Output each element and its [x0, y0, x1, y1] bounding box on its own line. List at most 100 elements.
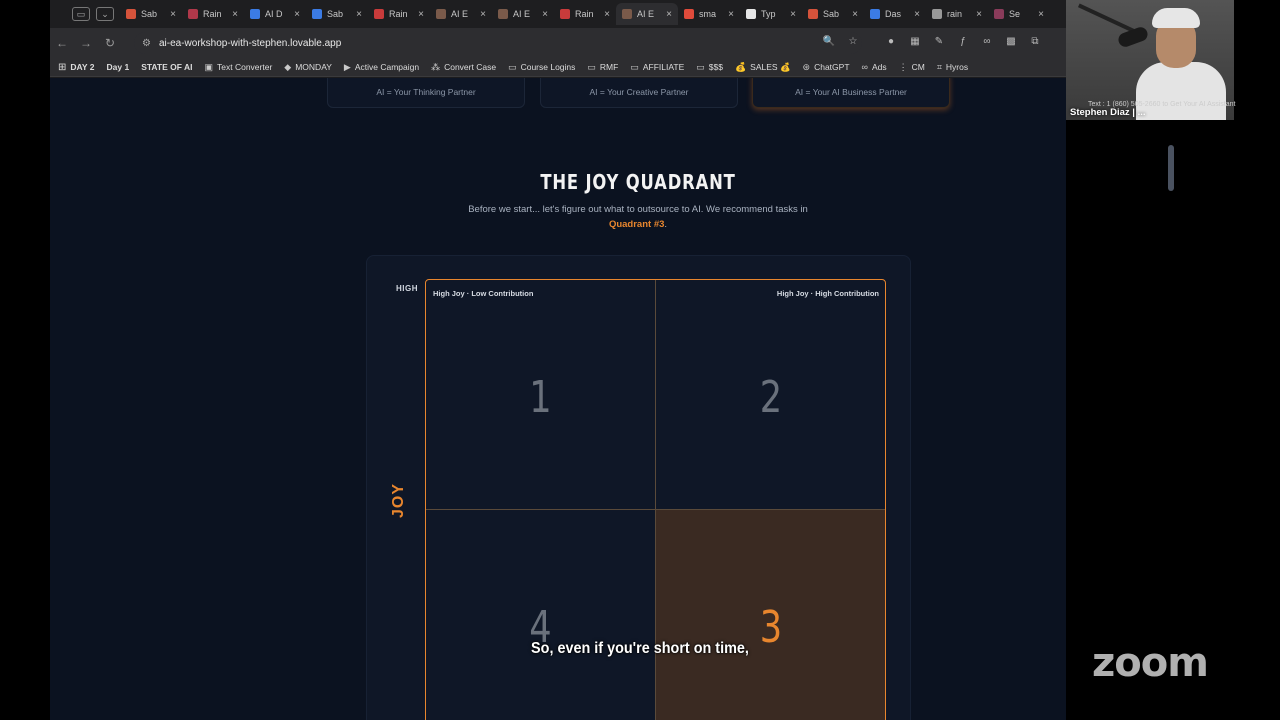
bookmark-11[interactable]: 💰 SALES 💰: [735, 62, 791, 73]
partner-card-label: AI = Your Thinking Partner: [376, 87, 476, 97]
tab-strip: ▭ ⌄ Sab × Rain × AI D × Sab × Rain × AI E × AI E × Rai…: [50, 0, 1066, 28]
forward-icon[interactable]: →: [74, 36, 98, 50]
tab-close-icon[interactable]: ×: [790, 9, 796, 20]
tab-9[interactable]: sma ×: [678, 3, 740, 25]
tab-close-icon[interactable]: ×: [604, 9, 610, 20]
tab-5[interactable]: AI E ×: [430, 3, 492, 25]
extension-pen-icon[interactable]: ✎: [932, 35, 946, 49]
tab-close-icon[interactable]: ×: [976, 9, 982, 20]
bookmark-icon: ⁂: [431, 61, 441, 72]
tab-close-icon[interactable]: ×: [914, 9, 920, 20]
tab-close-icon[interactable]: ×: [728, 9, 734, 20]
bookmark-2[interactable]: STATE OF AI: [141, 62, 192, 72]
tab-3[interactable]: Sab ×: [306, 3, 368, 25]
tab-close-icon[interactable]: ×: [666, 9, 672, 20]
bookmark-label: $$$: [708, 62, 723, 72]
bookmark-icon: 💰: [734, 61, 747, 72]
extension-link-icon[interactable]: ∞: [980, 35, 994, 49]
tab-6[interactable]: AI E ×: [492, 3, 554, 25]
bookmark-12[interactable]: ⊛ ChatGPT: [803, 62, 850, 73]
tab-2[interactable]: AI D ×: [244, 3, 306, 25]
bookmark-icon: ⌗: [936, 61, 942, 72]
tab-7[interactable]: Rain ×: [554, 3, 616, 25]
address-bar[interactable]: ⚙ ai-ea-workshop-with-stephen.lovable.ap…: [134, 32, 862, 54]
bookmark-14[interactable]: ⋮ CM: [899, 62, 925, 73]
tab-close-icon[interactable]: ×: [418, 9, 424, 20]
bookmark-label: Course Logins: [520, 62, 576, 72]
bookmark-label: Active Campaign: [354, 62, 420, 72]
bookmark-15[interactable]: ⌗ Hyros: [937, 62, 968, 73]
bookmark-13[interactable]: ∞ Ads: [862, 62, 887, 72]
site-info-icon[interactable]: ⚙: [142, 38, 151, 49]
partner-card-thinking: AI = Your Thinking Partner: [327, 78, 525, 108]
tab-close-icon[interactable]: ×: [170, 9, 176, 20]
tab-title: Rain: [203, 9, 222, 19]
section-title: THE JOY QUADRANT: [540, 170, 736, 194]
participant-body: [1136, 62, 1226, 120]
tab-8[interactable]: AI E ×: [616, 3, 678, 25]
tab-13[interactable]: rain ×: [926, 3, 988, 25]
page-scrollbar[interactable]: [1168, 145, 1174, 191]
back-icon[interactable]: ←: [50, 36, 74, 50]
bookmark-icon: ⋮: [898, 61, 908, 72]
tab-favicon-icon: [498, 9, 508, 19]
tab-11[interactable]: Sab ×: [802, 3, 864, 25]
bookmark-4[interactable]: ◆ MONDAY: [284, 62, 332, 73]
tab-favicon-icon: [746, 9, 756, 19]
quadrant-2[interactable]: High Joy · High Contribution 2: [656, 280, 885, 510]
tab-favicon-icon: [250, 9, 260, 19]
tab-0[interactable]: Sab ×: [120, 3, 182, 25]
extension-grid-icon[interactable]: ▩: [1004, 35, 1018, 49]
zoom-search-icon[interactable]: 🔍: [822, 35, 836, 49]
bookmark-5[interactable]: ▶ Active Campaign: [344, 62, 419, 73]
partner-card-business[interactable]: AI = Your AI Business Partner: [752, 78, 950, 108]
extension-formula-icon[interactable]: ƒ: [956, 35, 970, 49]
bookmark-label: RMF: [599, 62, 619, 72]
bookmark-star-icon[interactable]: ☆: [846, 35, 860, 49]
quadrant-4[interactable]: 4: [426, 510, 656, 720]
axis-high-label: HIGH: [396, 284, 418, 293]
tab-favicon-icon: [188, 9, 198, 19]
tab-close-icon[interactable]: ×: [852, 9, 858, 20]
tab-close-icon[interactable]: ×: [294, 9, 300, 20]
extension-calendar-icon[interactable]: ▦: [908, 35, 922, 49]
tab-12[interactable]: Das ×: [864, 3, 926, 25]
chevron-down-icon[interactable]: ⌄: [96, 7, 114, 21]
apps-grid-icon[interactable]: ⊞: [58, 62, 66, 73]
toolbar-actions: 🔍 ☆ ● ▦ ✎ ƒ ∞ ▩ ⧉: [822, 35, 1042, 49]
bookmark-1[interactable]: Day 1: [107, 62, 130, 72]
tab-4[interactable]: Rain ×: [368, 3, 430, 25]
quadrant-1-label: High Joy · Low Contribution: [433, 289, 534, 298]
bookmark-8[interactable]: ▭ RMF: [587, 62, 618, 73]
bookmark-7[interactable]: ▭ Course Logins: [508, 62, 575, 73]
tab-14[interactable]: Se ×: [988, 3, 1050, 25]
tab-overview-icon[interactable]: ▭: [72, 7, 90, 21]
tab-title: Das: [885, 9, 902, 19]
tab-10[interactable]: Typ ×: [740, 3, 802, 25]
quadrant-1[interactable]: High Joy · Low Contribution 1: [426, 280, 656, 510]
tab-title: AI E: [513, 9, 531, 19]
bookmark-icon: ▭: [696, 61, 705, 72]
bookmark-label: Hyros: [945, 62, 969, 72]
quadrant-3[interactable]: 3: [656, 510, 885, 720]
tab-close-icon[interactable]: ×: [232, 9, 238, 20]
extensions-puzzle-icon[interactable]: ⧉: [1028, 35, 1042, 49]
bookmark-0[interactable]: DAY 2: [70, 62, 94, 72]
bookmark-9[interactable]: ▭ AFFILIATE: [630, 62, 684, 73]
bookmark-icon: ∞: [861, 62, 868, 72]
reload-icon[interactable]: ↻: [98, 36, 122, 50]
tab-close-icon[interactable]: ×: [356, 9, 362, 20]
extension-1password-icon[interactable]: ●: [884, 35, 898, 49]
tab-title: AI E: [637, 9, 655, 19]
bookmark-3[interactable]: ▣ Text Converter: [205, 62, 273, 73]
tab-close-icon[interactable]: ×: [1038, 9, 1044, 20]
bookmark-label: Day 1: [106, 62, 130, 72]
tab-1[interactable]: Rain ×: [182, 3, 244, 25]
bookmark-label: Convert Case: [444, 62, 497, 72]
bookmark-10[interactable]: ▭ $$$: [696, 62, 723, 73]
tab-close-icon[interactable]: ×: [542, 9, 548, 20]
quadrant-2-label: High Joy · High Contribution: [776, 289, 879, 298]
bookmark-6[interactable]: ⁂ Convert Case: [431, 62, 496, 73]
tab-close-icon[interactable]: ×: [480, 9, 486, 20]
tab-title: AI D: [265, 9, 283, 19]
